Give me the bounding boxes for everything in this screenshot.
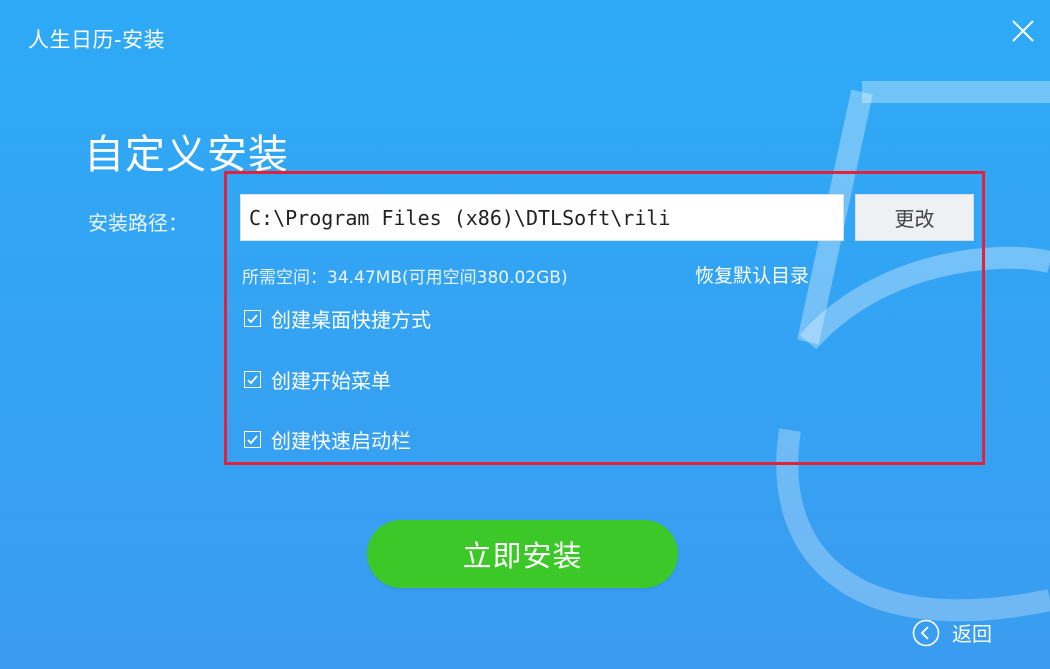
close-icon: [1012, 20, 1034, 42]
change-path-button[interactable]: 更改: [855, 194, 974, 241]
required-space-info: 所需空间：34.47MB(可用空间380.02GB): [242, 268, 568, 288]
checkbox-checked-icon[interactable]: [244, 370, 261, 388]
checkbox-checked-icon[interactable]: [244, 430, 261, 448]
option-quick-launch[interactable]: 创建快速启动栏: [244, 426, 411, 453]
close-button[interactable]: [1006, 14, 1040, 48]
install-now-button[interactable]: 立即安装: [367, 520, 678, 588]
option-label: 创建桌面快捷方式: [271, 307, 431, 332]
checkbox-checked-icon[interactable]: [244, 309, 261, 327]
option-start-menu[interactable]: 创建开始菜单: [244, 366, 391, 393]
window-title: 人生日历-安装: [28, 28, 166, 52]
install-path-input[interactable]: [240, 194, 844, 241]
option-desktop-shortcut[interactable]: 创建桌面快捷方式: [244, 305, 431, 332]
restore-default-dir-link[interactable]: 恢复默认目录: [695, 261, 809, 288]
installer-window: 人生日历-安装 自定义安装 安装路径： 更改 所需空间：34.47MB(可用空间…: [0, 0, 1050, 669]
option-label: 创建快速启动栏: [271, 428, 411, 453]
back-link[interactable]: 返回: [912, 618, 992, 647]
back-link-label: 返回: [952, 622, 992, 646]
page-title: 自定义安装: [84, 132, 289, 178]
install-path-label: 安装路径：: [88, 211, 188, 235]
back-arrow-circle-icon: [912, 619, 940, 646]
option-label: 创建开始菜单: [271, 368, 391, 393]
